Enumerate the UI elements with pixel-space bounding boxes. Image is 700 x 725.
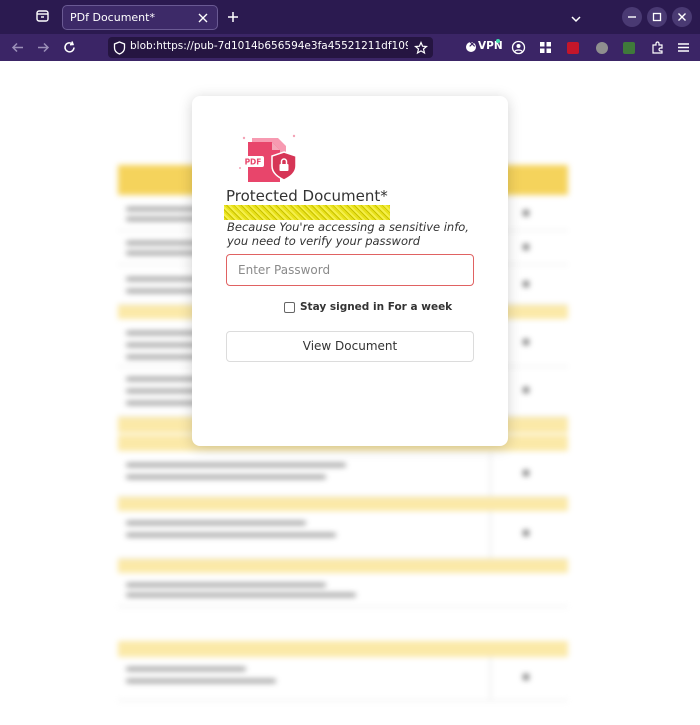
blurred-table-row: [118, 453, 568, 497]
blurred-table-row: [118, 511, 568, 559]
password-modal: PDF Protected Document* Because You're a…: [192, 96, 508, 446]
maximize-window-icon[interactable]: [647, 7, 667, 27]
shield-icon[interactable]: [113, 40, 126, 55]
plus-icon[interactable]: [226, 9, 240, 23]
blurred-table-divider: [118, 497, 568, 511]
blurred-table-divider: [118, 559, 568, 573]
browser-tab-active[interactable]: PDf Document*: [62, 5, 218, 30]
chevron-down-icon[interactable]: [570, 10, 582, 23]
url-text: blob:https://pub-7d1014b656594e3fa455212…: [130, 40, 408, 52]
tab-overview-icon[interactable]: [34, 8, 52, 26]
close-icon[interactable]: [196, 10, 210, 24]
stay-signed-in-label[interactable]: Stay signed in For a week: [300, 301, 452, 313]
password-input[interactable]: [226, 254, 474, 286]
account-icon[interactable]: [511, 40, 526, 55]
vpn-indicator-dot: [496, 39, 500, 43]
view-document-button[interactable]: View Document: [226, 331, 474, 362]
reload-icon[interactable]: [62, 40, 77, 55]
blurred-table-divider: [118, 641, 568, 657]
page-content: PDF Protected Document* Because You're a…: [0, 61, 700, 725]
blurred-table-row: [118, 573, 568, 607]
star-icon[interactable]: [413, 40, 429, 55]
arrow-right-icon[interactable]: [36, 40, 51, 55]
extension-dots-icon[interactable]: [623, 42, 635, 54]
close-window-icon[interactable]: [672, 7, 692, 27]
minimize-window-icon[interactable]: [622, 7, 642, 27]
ublock-extension-icon[interactable]: [567, 42, 579, 54]
grid-apps-icon[interactable]: [538, 40, 553, 55]
modal-description: Because You're accessing a sensitive inf…: [227, 220, 469, 248]
svg-text:PDF: PDF: [245, 158, 262, 167]
extension-icon[interactable]: [596, 42, 608, 54]
pdf-lock-icon: PDF: [236, 128, 302, 184]
vpn-status-icon: [466, 39, 476, 52]
blurred-table-row: [118, 657, 568, 701]
redacted-email: [224, 205, 390, 220]
navigation-bar: blob:https://pub-7d1014b656594e3fa455212…: [0, 34, 700, 61]
hamburger-menu-icon[interactable]: [676, 40, 691, 55]
address-bar[interactable]: blob:https://pub-7d1014b656594e3fa455212…: [108, 37, 433, 58]
arrow-left-icon[interactable]: [10, 40, 25, 55]
puzzle-icon[interactable]: [650, 40, 665, 55]
stay-signed-in-checkbox[interactable]: [284, 302, 295, 313]
modal-title: Protected Document*: [226, 187, 388, 205]
tab-bar: PDf Document*: [0, 0, 700, 34]
tab-title: PDf Document*: [70, 11, 155, 24]
